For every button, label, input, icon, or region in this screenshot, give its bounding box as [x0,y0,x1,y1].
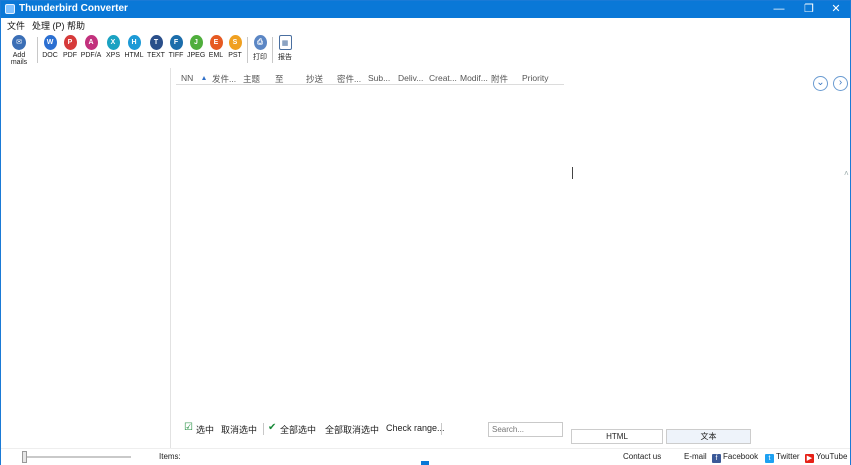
printer-icon: ⎙ [253,35,267,50]
toolbar: ✉ Add mails W DOC P PDF A PDF/A X XPS H … [1,32,850,68]
header-divider [176,84,564,85]
export-jpeg-button[interactable]: J JPEG [187,35,205,59]
tab-text[interactable]: 文本 [666,429,751,444]
tiff-icon: F [169,35,183,50]
toolbar-separator [263,423,264,435]
check-range-button[interactable]: Check range... [386,423,445,433]
check-icon: ☑ [184,422,193,433]
facebook-icon: f [712,454,721,463]
zoom-slider-thumb[interactable] [22,451,27,463]
text-icon: T [149,35,163,50]
export-tiff-button[interactable]: F TIFF [168,35,184,59]
print-label: 打印 [253,54,267,61]
check-all-icon: ✔ [268,422,277,433]
restore-button[interactable]: ❐ [794,1,824,18]
menu-help[interactable]: 帮助 [67,19,85,32]
add-mails-label: Add mails [10,52,28,66]
thunderbird-icon: ✉ [12,35,26,50]
export-eml-button[interactable]: E EML [208,35,224,59]
twitter-icon: t [765,454,774,463]
window-title: Thunderbird Converter [19,3,128,14]
col-delivered[interactable]: Deliv... [398,73,423,83]
export-text-button[interactable]: T TEXT [147,35,165,59]
pdf-icon: P [63,35,77,50]
export-doc-button[interactable]: W DOC [41,35,59,59]
app-window: Thunderbird Converter — ❐ ✕ 文件 处理 (P) 帮助… [0,0,851,465]
message-list-header: NN 发件... 主题 至 抄送 密件... Sub... Deliv... C… [176,72,564,85]
app-icon [5,4,15,14]
pst-icon: S [228,35,242,50]
report-grid-icon: ▦ [278,35,292,50]
preview-view-tabs: HTML 文本 [571,429,850,446]
pdfa-icon: A [84,35,98,50]
close-button[interactable]: ✕ [821,1,851,18]
deselect-all-button[interactable]: 全部取消选中 [325,423,379,436]
taskbar-indicator [421,461,429,465]
toolbar-separator [441,423,442,435]
xps-icon: X [106,35,120,50]
select-button[interactable]: 选中 [196,423,214,436]
facebook-label: Facebook [723,452,759,461]
menu-bar: 文件 处理 (P) 帮助 [1,18,850,32]
html-label: HTML [124,52,144,59]
xps-label: XPS [105,52,120,59]
pdf-label: PDF [63,52,77,59]
report-label: 报告 [278,54,292,61]
col-nn[interactable]: NN [181,73,193,83]
twitter-label: Twitter [776,452,800,461]
tiff-label: TIFF [168,52,184,59]
jpeg-icon: J [189,35,203,50]
export-pst-button[interactable]: S PST [227,35,243,59]
youtube-icon: ▶ [805,454,814,463]
print-button[interactable]: ⎙ 打印 [251,35,269,62]
facebook-link[interactable]: f Facebook [712,452,758,463]
col-created[interactable]: Creat... [429,73,457,83]
col-sub[interactable]: Sub... [368,73,390,83]
select-all-button[interactable]: 全部选中 [280,423,316,436]
minimize-button[interactable]: — [764,1,794,18]
email-link[interactable]: E-mail [684,452,707,461]
sort-ascending-icon [202,76,206,80]
col-modified[interactable]: Modif... [460,73,488,83]
eml-label: EML [208,52,224,59]
next-arrow-icon[interactable]: › [833,76,848,91]
col-priority[interactable]: Priority [522,73,548,83]
eml-icon: E [209,35,223,50]
menu-file[interactable]: 文件 [7,19,25,32]
toolbar-separator [37,37,38,63]
collapse-down-icon[interactable]: ⌄ [813,76,828,91]
youtube-link[interactable]: ▶ YouTube [805,452,847,463]
add-mails-button[interactable]: ✉ Add mails [4,35,34,66]
twitter-link[interactable]: t Twitter [765,452,800,463]
jpeg-label: JPEG [187,52,206,59]
doc-icon: W [43,35,57,50]
toolbar-separator [272,37,273,63]
export-pdf-button[interactable]: P PDF [61,35,79,59]
export-pdfa-button[interactable]: A PDF/A [80,35,102,59]
deselect-button[interactable]: 取消选中 [221,423,257,436]
report-button[interactable]: ▦ 报告 [276,35,294,62]
export-html-button[interactable]: H HTML [124,35,144,59]
folder-tree-pane[interactable] [1,68,171,448]
pdfa-label: PDF/A [80,52,102,59]
search-input[interactable] [488,422,563,437]
pst-label: PST [228,52,242,59]
items-count-label: Items: [159,452,181,461]
tab-html[interactable]: HTML [571,429,663,444]
contact-us-link[interactable]: Contact us [623,452,661,461]
title-bar: Thunderbird Converter — ❐ ✕ [1,1,850,18]
menu-process[interactable]: 处理 (P) [32,19,65,32]
youtube-label: YouTube [816,452,848,461]
zoom-slider[interactable] [22,451,131,463]
text-label: TEXT [147,52,165,59]
export-xps-button[interactable]: X XPS [105,35,121,59]
html-icon: H [127,35,141,50]
scroll-up-icon[interactable]: ˄ [844,169,849,178]
preview-text-cursor [572,167,573,179]
toolbar-separator [247,37,248,63]
doc-label: DOC [42,52,58,59]
